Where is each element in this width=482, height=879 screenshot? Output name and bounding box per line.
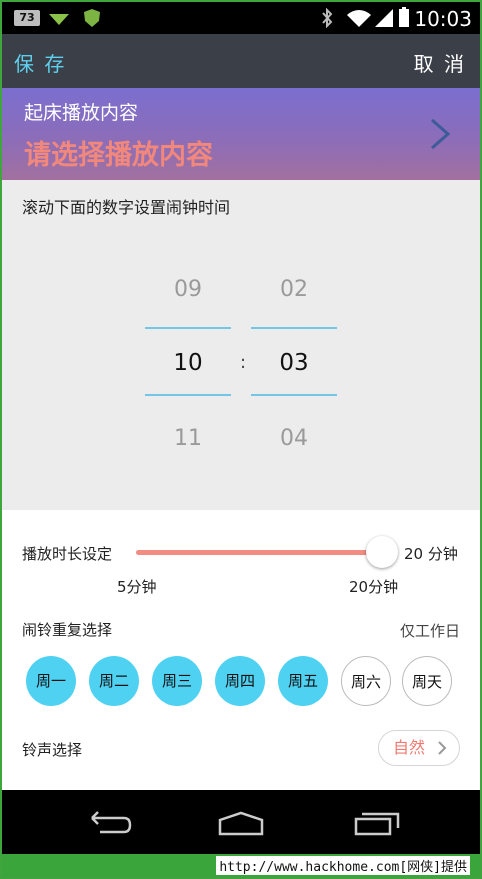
day-toggle-mon[interactable]: 周一 xyxy=(26,656,76,706)
hour-current[interactable]: 10 xyxy=(145,350,231,376)
minute-next[interactable]: 04 xyxy=(251,426,337,451)
duration-min-label: 5分钟 xyxy=(117,578,157,596)
day-toggle-sat[interactable]: 周六 xyxy=(341,656,391,706)
day-toggle-wed[interactable]: 周三 xyxy=(152,656,202,706)
hour-divider-bottom xyxy=(145,394,231,396)
system-nav-bar xyxy=(2,790,480,854)
save-button[interactable]: 保 存 xyxy=(14,48,66,77)
download-arrow-icon xyxy=(49,14,69,25)
duration-value: 20 分钟 xyxy=(404,545,458,563)
time-separator: : xyxy=(240,352,247,373)
duration-label: 播放时长设定 xyxy=(22,545,113,563)
duration-slider-track[interactable] xyxy=(136,550,384,555)
day-toggle-sun[interactable]: 周天 xyxy=(402,656,452,706)
duration-slider-knob[interactable] xyxy=(366,536,398,568)
home-icon[interactable] xyxy=(216,810,266,836)
battery-icon xyxy=(399,7,409,27)
shield-app-icon xyxy=(84,9,100,27)
wifi-icon xyxy=(347,10,371,27)
signal-icon xyxy=(375,9,393,27)
duration-max-label: 20分钟 xyxy=(349,578,399,596)
minute-divider-top xyxy=(251,327,337,329)
day-toggle-tue[interactable]: 周二 xyxy=(89,656,139,706)
hour-next[interactable]: 11 xyxy=(145,426,231,451)
chevron-right-icon xyxy=(438,741,447,755)
day-toggle-fri[interactable]: 周五 xyxy=(278,656,328,706)
ringtone-select-button[interactable]: 自然 xyxy=(378,730,460,766)
back-icon[interactable] xyxy=(84,810,134,836)
recent-apps-icon[interactable] xyxy=(352,810,402,836)
minute-prev[interactable]: 02 xyxy=(251,277,337,302)
wake-content-selector[interactable]: 起床播放内容 请选择播放内容 xyxy=(2,88,480,180)
day-toggle-thu[interactable]: 周四 xyxy=(215,656,265,706)
bluetooth-icon xyxy=(322,8,333,28)
ringtone-value: 自然 xyxy=(393,738,426,757)
clock-time: 10:03 xyxy=(414,7,472,31)
hour-divider-top xyxy=(145,327,231,329)
time-picker: 滚动下面的数字设置闹钟时间 09 10 11 : 02 03 04 xyxy=(2,180,480,510)
wake-content-prompt: 请选择播放内容 xyxy=(24,140,213,171)
alarm-settings: 播放时长设定 20 分钟 5分钟 20分钟 闹铃重复选择 仅工作日 周一 周二 … xyxy=(2,510,480,790)
watermark-text: http://www.hackhome.com[网侠]提供 xyxy=(216,856,470,875)
chevron-right-icon xyxy=(431,118,451,150)
picker-hint: 滚动下面的数字设置闹钟时间 xyxy=(22,198,231,217)
cancel-button[interactable]: 取 消 xyxy=(414,48,466,77)
repeat-label: 闹铃重复选择 xyxy=(22,621,113,639)
hour-prev[interactable]: 09 xyxy=(145,277,231,302)
wake-content-title: 起床播放内容 xyxy=(24,102,139,124)
status-bar: 73 10:03 xyxy=(2,2,480,34)
minute-current[interactable]: 03 xyxy=(251,350,337,376)
ringtone-label: 铃声选择 xyxy=(22,741,83,759)
minute-divider-bottom xyxy=(251,394,337,396)
app-bar: 保 存 取 消 xyxy=(2,34,480,88)
repeat-summary: 仅工作日 xyxy=(400,622,461,640)
notification-count-badge: 73 xyxy=(14,10,40,26)
watermark-bar: http://www.hackhome.com[网侠]提供 xyxy=(2,854,480,877)
